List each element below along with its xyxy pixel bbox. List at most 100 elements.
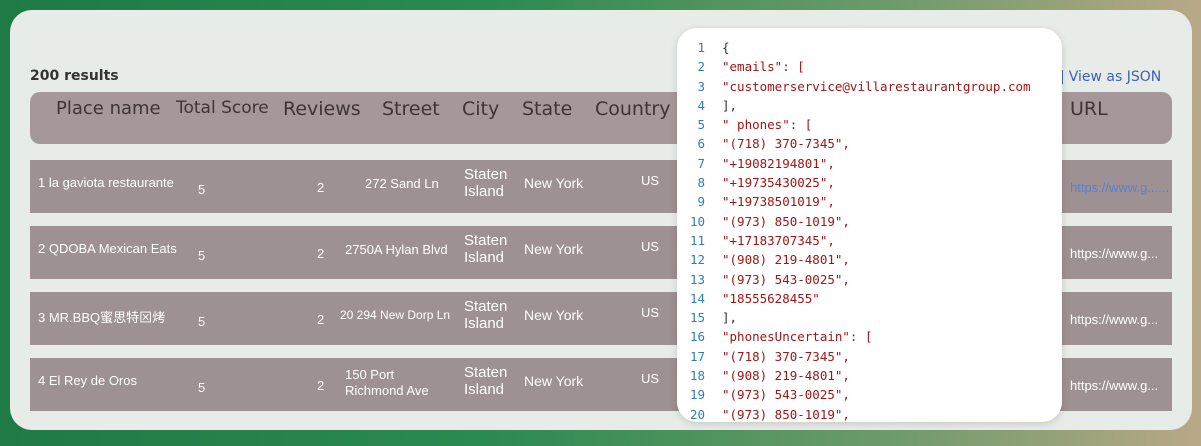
state-cell: New York [524, 373, 584, 389]
json-line-text: "(718) 370-7345", [722, 136, 850, 152]
place-name-cell: 2 QDOBA Mexican Eats [38, 241, 177, 256]
line-number: 17 [689, 348, 705, 364]
country-cell: US [641, 305, 660, 320]
line-number: 4 [697, 97, 705, 113]
place-name-cell: 4 El Rey de Oros [38, 373, 137, 388]
column-header-state[interactable]: State [522, 98, 572, 120]
column-header-country[interactable]: Country C [595, 98, 690, 120]
view-as-json-link[interactable]: | View as JSON [1060, 69, 1161, 85]
state-cell: New York [524, 241, 584, 257]
column-header-place-name[interactable]: Place name [56, 98, 161, 119]
street-cell: 2750A Hylan Blvd [345, 242, 448, 257]
json-line: 6 "(718) 370-7345", [677, 134, 1062, 153]
json-preview-card[interactable]: 1{ 2 "emails": [ 3 "customerservice@villares… [677, 28, 1062, 422]
json-line: 9 "+19738501019", [677, 192, 1062, 211]
json-line: 10 "(973) 850-1019", [677, 212, 1062, 231]
json-line-text: ], [722, 310, 738, 326]
line-number: 5 [697, 117, 705, 133]
json-line-text: "(973) 543-0025", [722, 387, 850, 403]
json-line: 14 "18555628455" [677, 289, 1062, 308]
reviews-cell: 2 [317, 180, 325, 195]
url-link[interactable]: https://www.g... [1070, 312, 1158, 327]
json-line-text: "(973) 850-1019", [722, 406, 850, 422]
line-number: 13 [689, 271, 705, 287]
json-line: 4], [677, 96, 1062, 115]
total-score-cell: 5 [198, 182, 206, 197]
json-line: 17 "(718) 370-7345", [677, 347, 1062, 366]
city-cell: Staten Island [464, 298, 508, 332]
json-line-text: "emails": [ [722, 59, 805, 75]
json-line-text: "(973) 543-0025", [722, 271, 850, 287]
json-line-text: "+17183707345", [722, 232, 835, 248]
json-line-text: "(908) 219-4801", [722, 252, 850, 268]
street-cell: 20 294 New Dorp Ln [340, 308, 451, 322]
line-number: 10 [689, 213, 705, 229]
json-line-text: "+19082194801", [722, 155, 835, 171]
line-number: 20 [689, 406, 705, 422]
reviews-cell: 2 [317, 312, 325, 327]
place-name-cell: 3 MR.BBQ蜜思特⊠烤 [38, 310, 166, 325]
line-number: 6 [697, 136, 705, 152]
json-line-text: "+19738501019", [722, 194, 835, 210]
total-score-cell: 5 [198, 314, 206, 329]
json-line: 11 "+17183707345", [677, 231, 1062, 250]
results-count: 200 results [30, 68, 119, 84]
json-line-text: "18555628455" [722, 290, 820, 306]
json-line: 8 "+19735430025", [677, 173, 1062, 192]
country-cell: US [641, 371, 660, 386]
line-number: 15 [689, 310, 705, 326]
json-line-text: ], [722, 97, 738, 113]
json-line: 18 "(908) 219-4801", [677, 366, 1062, 385]
line-number: 16 [689, 329, 705, 345]
city-cell: Staten Island [464, 232, 508, 266]
json-line: 5 " phones": [ [677, 115, 1062, 134]
json-line: 12 "(908) 219-4801", [677, 250, 1062, 269]
json-line-text: "(973) 850-1019", [722, 213, 850, 229]
url-link[interactable]: https://www.g... [1070, 246, 1158, 261]
total-score-cell: 5 [198, 248, 206, 263]
street-cell: 272 Sand Ln [365, 176, 439, 191]
json-line: 20 "(973) 850-1019", [677, 405, 1062, 422]
json-line-text: "+19735430025", [722, 175, 835, 191]
column-header-total-score[interactable]: Total Score [176, 98, 269, 118]
json-line: 2 "emails": [ [677, 57, 1062, 76]
line-number: 2 [697, 59, 705, 75]
json-line-text: " phones": [ [722, 117, 813, 133]
state-cell: New York [524, 307, 584, 323]
json-line-text: "(718) 370-7345", [722, 348, 850, 364]
line-number: 3 [697, 78, 705, 94]
line-number: 14 [689, 290, 705, 306]
json-code-view: 1{ 2 "emails": [ 3 "customerservice@villares… [677, 38, 1062, 422]
place-name-cell: 1 la gaviota restaurante [38, 175, 174, 190]
column-header-city[interactable]: City [462, 98, 499, 120]
country-cell: US [641, 173, 660, 188]
json-line: 13 "(973) 543-0025", [677, 270, 1062, 289]
url-link[interactable]: https://www.g... [1070, 378, 1158, 393]
state-cell: New York [524, 175, 584, 191]
city-cell: Staten Island [464, 364, 508, 398]
column-header-reviews[interactable]: Reviews [283, 98, 361, 120]
json-line: 7 "+19082194801", [677, 154, 1062, 173]
reviews-cell: 2 [317, 246, 325, 261]
line-number: 7 [697, 155, 705, 171]
line-number: 1 [697, 40, 705, 55]
total-score-cell: 5 [198, 380, 206, 395]
json-line: 3 "customerservice@villarestaurantgroup.c… [677, 77, 1062, 96]
city-cell: Staten Island [464, 166, 508, 200]
json-line-text: "phonesUncertain": [ [722, 329, 873, 345]
json-line-text: "(908) 219-4801", [722, 368, 850, 384]
country-cell: US [641, 239, 660, 254]
line-number: 18 [689, 368, 705, 384]
column-header-url[interactable]: URL [1070, 98, 1108, 120]
json-line: 19 "(973) 543-0025", [677, 385, 1062, 404]
column-header-street[interactable]: Street [382, 98, 440, 120]
url-link[interactable]: https://www.g...... [1070, 180, 1169, 195]
line-number: 11 [689, 232, 705, 248]
json-line: 15], [677, 308, 1062, 327]
line-number: 12 [689, 252, 705, 268]
json-line-text: "customerservice@villarestaurantgroup.co… [722, 78, 1031, 94]
json-line: 16 "phonesUncertain": [ [677, 327, 1062, 346]
json-line: 1{ [677, 38, 1062, 57]
street-cell: 150 Port Richmond Ave [345, 367, 429, 398]
line-number: 8 [697, 175, 705, 191]
